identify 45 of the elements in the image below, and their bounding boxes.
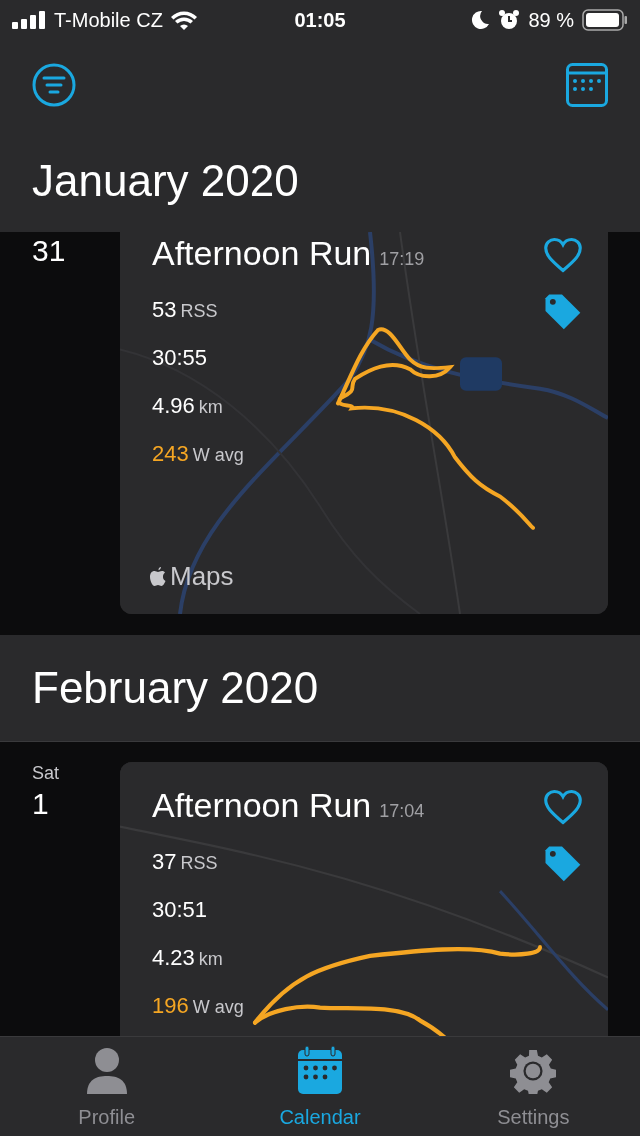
day-number: 31 (32, 233, 67, 269)
clock-time: 01:05 (294, 8, 346, 33)
carrier-name: T-Mobile CZ (54, 8, 163, 33)
stat-unit: W avg (192, 443, 244, 467)
activity-time: 17:19 (379, 248, 425, 271)
apple-logo-icon (148, 564, 168, 589)
moon-icon (470, 10, 491, 30)
filter-icon[interactable] (32, 63, 76, 107)
stat-value: 196 (152, 991, 189, 1020)
gear-icon (510, 1048, 557, 1094)
day-number: 1 (32, 785, 50, 822)
activity-time: 17:04 (379, 800, 425, 823)
stat-unit: km (198, 395, 223, 419)
stat-unit: RSS (180, 299, 218, 323)
stat-unit: RSS (180, 851, 218, 875)
heart-icon[interactable] (542, 236, 584, 274)
wifi-icon (170, 10, 197, 30)
map-credit: Maps (170, 560, 234, 593)
stat-value: 4.23 (152, 943, 195, 972)
tab-item[interactable]: Settings (426, 1037, 640, 1136)
weekday-label: Sat (32, 762, 61, 785)
stat-value: 4.96 (152, 391, 195, 420)
stat-unit: km (198, 947, 223, 971)
alarm-clock-icon (498, 9, 521, 31)
month-heading: January 2020 (32, 155, 299, 207)
activity-title: Afternoon Run (152, 785, 372, 826)
calendar-icon (298, 1046, 342, 1094)
activity-card[interactable]: Afternoon Run 17:04 37 RSS 30:51 4.23 km 196 W avg (120, 762, 608, 1036)
stat-value: 53 (152, 295, 177, 324)
month-heading: February 2020 (32, 662, 319, 714)
activity-title: Afternoon Run (152, 233, 372, 274)
person-icon (85, 1048, 128, 1094)
stat-value: 30:51 (152, 895, 208, 924)
activity-card[interactable]: Afternoon Run 17:19 53 RSS 30:55 4.96 km 243 W avg Maps (120, 232, 608, 614)
battery-percent: 89 % (528, 8, 574, 33)
stat-unit: W avg (192, 995, 244, 1019)
heart-icon[interactable] (542, 788, 584, 826)
tab-item[interactable]: Profile (0, 1037, 214, 1136)
stat-value: 243 (152, 439, 189, 468)
stat-value: 30:55 (152, 343, 208, 372)
battery-icon (582, 9, 628, 31)
tab-item[interactable]: Calendar (213, 1037, 427, 1136)
calendar-icon[interactable] (566, 63, 608, 107)
stat-value: 37 (152, 847, 177, 876)
signal-icon (12, 11, 46, 29)
